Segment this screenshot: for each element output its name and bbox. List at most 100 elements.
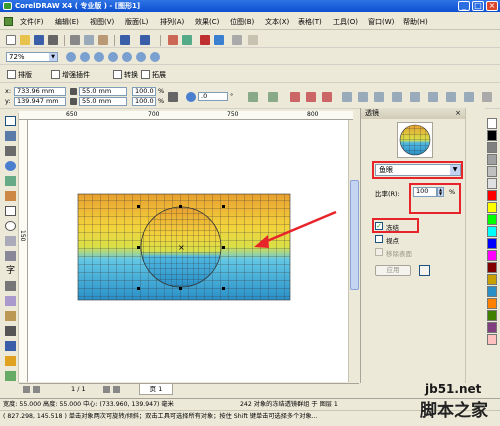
redo-icon[interactable] — [140, 35, 150, 45]
menu-table[interactable]: 表格(T) — [298, 17, 322, 27]
palette-swatch-10[interactable] — [487, 238, 497, 249]
crop-tool-icon[interactable] — [5, 146, 16, 156]
menu-text[interactable]: 文本(X) — [265, 17, 289, 27]
plugin-enhance-button[interactable]: 增强插件 — [50, 69, 90, 81]
menu-layout[interactable]: 版面(L) — [125, 17, 148, 27]
viewpoint-checkbox[interactable] — [375, 235, 383, 243]
paste-icon[interactable] — [98, 35, 108, 45]
palette-swatch-4[interactable] — [487, 166, 497, 177]
open-icon[interactable] — [20, 35, 30, 45]
zoom-selected-icon[interactable] — [94, 52, 104, 62]
mirror-horizontal-icon[interactable] — [248, 92, 258, 102]
weld-icon[interactable] — [342, 92, 352, 102]
cut-icon[interactable] — [70, 35, 80, 45]
scale-height-input[interactable]: 100.0 — [132, 97, 156, 106]
lock-ratio-icon[interactable] — [168, 92, 178, 102]
height-input[interactable]: 55.0 mm — [79, 97, 127, 106]
dimension-tool-icon[interactable] — [5, 296, 16, 306]
prev-page-icon[interactable] — [33, 386, 40, 393]
maximize-button[interactable]: □ — [472, 1, 484, 11]
rectangle-tool-icon[interactable] — [5, 206, 16, 216]
docker-close-icon[interactable]: × — [455, 109, 461, 117]
menu-view[interactable]: 视图(V) — [90, 17, 114, 27]
snap-to-icon[interactable] — [232, 35, 242, 45]
palette-swatch-9[interactable] — [487, 226, 497, 237]
polygon-tool-icon[interactable] — [5, 236, 16, 246]
minimize-button[interactable]: _ — [458, 1, 470, 11]
drawing-canvas[interactable]: × — [28, 120, 348, 382]
convert-to-curves-icon[interactable] — [482, 92, 492, 102]
options-icon[interactable] — [248, 35, 258, 45]
create-boundary-icon[interactable] — [446, 92, 456, 102]
palette-swatch-11[interactable] — [487, 250, 497, 261]
pick-tool-icon[interactable] — [5, 116, 16, 126]
palette-swatch-6[interactable] — [487, 190, 497, 201]
import-icon[interactable] — [168, 35, 178, 45]
close-button[interactable]: × — [486, 1, 498, 11]
plugin-extend-button[interactable]: 拓展 — [140, 69, 166, 81]
rotation-angle-input[interactable]: .0 — [198, 92, 228, 101]
ellipse-tool-icon[interactable] — [5, 221, 16, 231]
new-icon[interactable] — [6, 35, 16, 45]
eyedropper-tool-icon[interactable] — [5, 326, 16, 336]
zoom-out-icon[interactable] — [80, 52, 90, 62]
plugin-typeset-button[interactable]: 排版 — [6, 69, 32, 81]
mirror-vertical-icon[interactable] — [268, 92, 278, 102]
back-minus-front-icon[interactable] — [428, 92, 438, 102]
plugin-convert-button[interactable]: 转换 — [112, 69, 138, 81]
menu-help[interactable]: 帮助(H) — [403, 17, 428, 27]
scale-width-input[interactable]: 100.0 — [132, 87, 156, 96]
x-position-input[interactable]: 733.96 mm — [14, 87, 66, 96]
zoom-page-icon[interactable] — [122, 52, 132, 62]
menu-tools[interactable]: 工具(O) — [333, 17, 358, 27]
undo-icon[interactable] — [120, 35, 130, 45]
first-page-icon[interactable] — [23, 386, 30, 393]
remove-face-checkbox[interactable] — [375, 248, 383, 256]
copy-icon[interactable] — [84, 35, 94, 45]
align-distribute-icon[interactable] — [464, 92, 474, 102]
export-icon[interactable] — [182, 35, 192, 45]
palette-swatch-17[interactable] — [487, 322, 497, 333]
palette-swatch-3[interactable] — [487, 154, 497, 165]
outline-tool-icon[interactable] — [5, 341, 16, 351]
width-input[interactable]: 55.0 mm — [79, 87, 127, 96]
front-minus-back-icon[interactable] — [410, 92, 420, 102]
palette-swatch-12[interactable] — [487, 262, 497, 273]
zoom-in-icon[interactable] — [66, 52, 76, 62]
application-launcher-icon[interactable] — [200, 35, 210, 45]
menu-file[interactable]: 文件(F) — [20, 17, 44, 27]
palette-swatch-15[interactable] — [487, 298, 497, 309]
palette-swatch-1[interactable] — [487, 130, 497, 141]
zoom-all-icon[interactable] — [108, 52, 118, 62]
next-page-icon[interactable] — [103, 386, 110, 393]
group-icon[interactable] — [290, 92, 300, 102]
zoom-width-icon[interactable] — [136, 52, 146, 62]
welcome-screen-icon[interactable] — [214, 35, 224, 45]
print-icon[interactable] — [48, 35, 58, 45]
simplify-icon[interactable] — [392, 92, 402, 102]
zoom-level-select[interactable]: 72% ▼ — [6, 52, 58, 62]
intersect-icon[interactable] — [374, 92, 384, 102]
text-tool-icon[interactable]: 字 — [5, 266, 16, 276]
chevron-down-icon[interactable]: ▼ — [49, 53, 57, 61]
last-page-icon[interactable] — [113, 386, 120, 393]
vertical-scrollbar[interactable] — [348, 120, 359, 382]
ungroup-all-icon[interactable] — [322, 92, 332, 102]
zoom-height-icon[interactable] — [150, 52, 160, 62]
shape-tool-icon[interactable] — [5, 131, 16, 141]
trim-icon[interactable] — [358, 92, 368, 102]
basic-shapes-tool-icon[interactable] — [5, 251, 16, 261]
smart-fill-tool-icon[interactable] — [5, 191, 16, 201]
ungroup-icon[interactable] — [306, 92, 316, 102]
palette-swatch-8[interactable] — [487, 214, 497, 225]
palette-swatch-0[interactable] — [487, 118, 497, 129]
menu-window[interactable]: 窗口(W) — [368, 17, 394, 27]
menu-arrange[interactable]: 排列(A) — [160, 17, 184, 27]
palette-swatch-18[interactable] — [487, 334, 497, 345]
zoom-tool-icon[interactable] — [5, 161, 16, 171]
menu-edit[interactable]: 编辑(E) — [55, 17, 79, 27]
blend-tool-icon[interactable] — [5, 311, 16, 321]
y-position-input[interactable]: 139.947 mm — [14, 97, 66, 106]
menu-bitmaps[interactable]: 位图(B) — [230, 17, 254, 27]
page-tab[interactable]: 页 1 — [139, 384, 173, 395]
